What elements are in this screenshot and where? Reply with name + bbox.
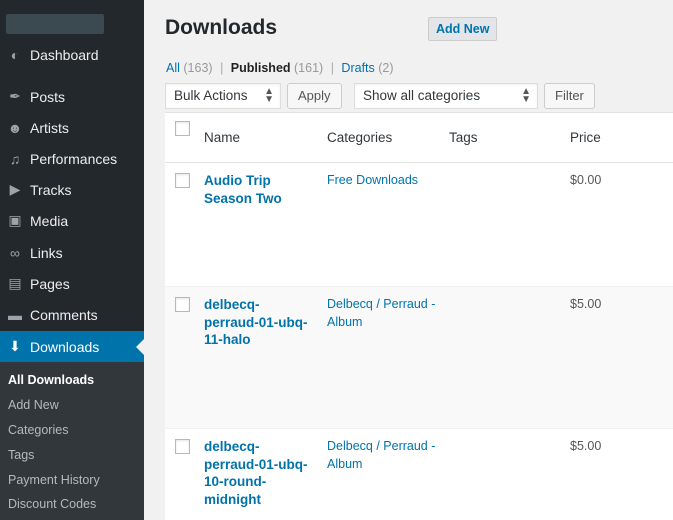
submenu-discount-codes[interactable]: Discount Codes: [8, 497, 96, 511]
menu-label: Performances: [30, 150, 118, 167]
menu-label: Pages: [30, 275, 70, 292]
category-select-value: Show all categories: [363, 88, 481, 103]
menu-label: Links: [30, 244, 63, 261]
column-name[interactable]: Name: [204, 130, 240, 145]
filter-all[interactable]: All: [166, 61, 180, 75]
menu-tracks[interactable]: ▶ Tracks: [0, 174, 144, 205]
download-price: $5.00: [570, 439, 602, 453]
video-icon: ▶: [9, 181, 21, 197]
page-title: Downloads: [165, 16, 278, 39]
comment-icon: ▬: [8, 306, 22, 323]
table-header: Name Categories Tags Price: [165, 113, 673, 163]
separator: |: [330, 61, 334, 75]
menu-label: Posts: [30, 88, 66, 105]
row-checkbox[interactable]: [175, 439, 190, 454]
filter-all-count: (163): [183, 61, 213, 75]
music-note-icon: ♫: [9, 150, 21, 167]
menu-performances[interactable]: ♫ Performances: [0, 143, 144, 174]
submenu-add-new[interactable]: Add New: [8, 398, 59, 412]
link-icon: ∞: [10, 244, 20, 261]
column-price[interactable]: Price: [570, 130, 601, 145]
filter-drafts[interactable]: Drafts: [341, 61, 374, 75]
menu-label: Tracks: [30, 181, 72, 198]
main-content: Downloads Add New All (163) | Published …: [144, 0, 673, 520]
active-indicator: [136, 339, 144, 355]
row-checkbox[interactable]: [175, 297, 190, 312]
download-price: $5.00: [570, 297, 602, 311]
category-select[interactable]: Show all categories ▲ ▼: [354, 83, 538, 109]
submenu-tags[interactable]: Tags: [8, 448, 34, 462]
filter-drafts-count: (2): [378, 61, 394, 75]
menu-posts[interactable]: ✒ Posts: [0, 81, 144, 112]
apply-button[interactable]: Apply: [287, 83, 342, 109]
menu-dashboard[interactable]: ◐ Dashboard: [0, 39, 144, 70]
menu-label: Dashboard: [30, 46, 99, 63]
separator: |: [220, 61, 224, 75]
download-icon: ⬇: [9, 338, 21, 354]
row-checkbox[interactable]: [175, 173, 190, 188]
menu-label: Artists: [30, 119, 69, 136]
updown-arrow-icon: ▲ ▼: [264, 86, 274, 105]
filter-published-count: (161): [294, 61, 324, 75]
filter-published[interactable]: Published: [231, 61, 291, 75]
column-tags: Tags: [449, 130, 478, 145]
download-category[interactable]: Delbecq / Perraud - Album: [327, 296, 439, 331]
select-all-checkbox[interactable]: [175, 121, 190, 136]
submenu-all-downloads[interactable]: All Downloads: [8, 373, 94, 387]
dashboard-icon: ◐: [10, 46, 20, 63]
menu-label: Downloads: [30, 338, 100, 355]
media-icon: ▣: [8, 212, 22, 228]
menu-comments[interactable]: ▬ Comments: [0, 299, 144, 330]
bulk-actions-value: Bulk Actions: [174, 88, 248, 103]
pin-icon: ✒: [9, 88, 21, 104]
menu-pages[interactable]: ▤ Pages: [0, 268, 144, 299]
filter-button[interactable]: Filter: [544, 83, 595, 109]
admin-sidebar: ◐ Dashboard ✒ Posts ☻ Artists ♫ Performa…: [0, 0, 144, 520]
user-icon: ☻: [7, 119, 23, 136]
bulk-actions-select[interactable]: Bulk Actions ▲ ▼: [165, 83, 281, 109]
status-filters: All (163) | Published (161) | Drafts (2): [166, 61, 394, 75]
table-row: Audio Trip Season Two Free Downloads $0.…: [165, 163, 673, 287]
menu-links[interactable]: ∞ Links: [0, 237, 144, 268]
download-category[interactable]: Delbecq / Perraud - Album: [327, 438, 439, 473]
menu-downloads[interactable]: ⬇ Downloads: [0, 331, 144, 362]
add-new-button[interactable]: Add New: [428, 17, 498, 41]
menu-label: Media: [30, 212, 69, 229]
downloads-table: Name Categories Tags Price Audio Trip Se…: [165, 112, 673, 520]
download-category[interactable]: Free Downloads: [327, 172, 439, 190]
submenu-payment-history[interactable]: Payment History: [8, 473, 100, 487]
column-categories: Categories: [327, 130, 393, 145]
site-name-blurred[interactable]: [6, 14, 104, 34]
downloads-submenu: All Downloads Add New Categories Tags Pa…: [0, 362, 144, 520]
table-row: delbecq-perraud-01-ubq-10-round-midnight…: [165, 429, 673, 520]
download-title[interactable]: delbecq-perraud-01-ubq-10-round-midnight: [204, 438, 314, 508]
menu-label: Comments: [30, 306, 98, 323]
updown-arrow-icon: ▲ ▼: [521, 86, 531, 105]
download-title[interactable]: Audio Trip Season Two: [204, 172, 314, 207]
submenu-categories[interactable]: Categories: [8, 423, 68, 437]
menu-artists[interactable]: ☻ Artists: [0, 112, 144, 143]
menu-media[interactable]: ▣ Media: [0, 205, 144, 236]
download-title[interactable]: delbecq-perraud-01-ubq-11-halo: [204, 296, 314, 349]
table-row: delbecq-perraud-01-ubq-11-halo Delbecq /…: [165, 287, 673, 429]
pages-icon: ▤: [8, 275, 22, 291]
download-price: $0.00: [570, 173, 602, 187]
